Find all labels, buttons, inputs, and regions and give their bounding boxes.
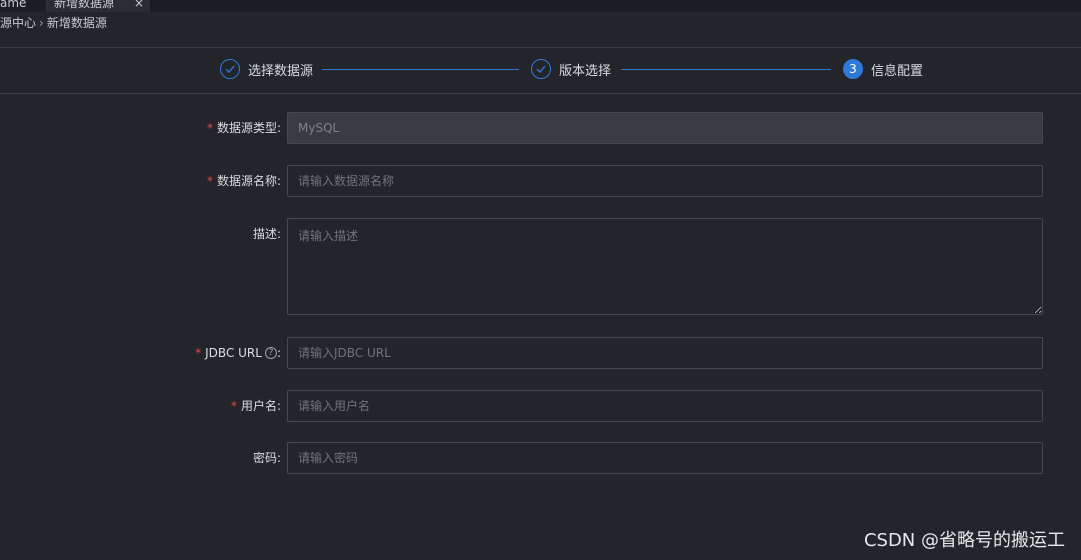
step-select-datasource: 选择数据源 [220, 58, 313, 80]
field-label: * JDBC URL?: [195, 337, 281, 369]
check-icon [531, 59, 551, 79]
breadcrumb-parent[interactable]: 源中心 [0, 16, 36, 30]
field-label: 描述: [252, 227, 281, 241]
tab-label: ame [0, 0, 27, 10]
step-version-select: 版本选择 [531, 58, 611, 80]
field-label: * 数据源名称: [207, 165, 281, 197]
breadcrumb: 源中心 › 新增数据源 [0, 14, 107, 32]
required-asterisk: * [206, 121, 213, 135]
chevron-right-icon: › [39, 16, 44, 30]
check-icon [220, 59, 240, 79]
steps-bar: 选择数据源 版本选择 3 信息配置 [0, 48, 1081, 92]
jdbc-url-input[interactable] [287, 337, 1043, 369]
step-connector [621, 69, 831, 70]
required-asterisk: * [206, 174, 213, 188]
tab-bar: ame 新增数据源 × [0, 0, 1081, 12]
datasource-name-input[interactable] [287, 165, 1043, 197]
step-label: 版本选择 [559, 63, 612, 79]
required-asterisk: * [230, 399, 237, 413]
breadcrumb-current: 新增数据源 [46, 16, 107, 30]
close-icon[interactable]: × [134, 0, 144, 12]
password-input[interactable] [287, 442, 1043, 474]
step-label: 选择数据源 [248, 63, 314, 79]
field-label: * 用户名: [231, 390, 281, 422]
tab-previous[interactable]: ame [0, 0, 26, 12]
question-circle-icon[interactable]: ? [264, 347, 277, 359]
datasource-type-field [287, 112, 1043, 144]
step-connector [322, 69, 519, 70]
step-info-config: 3 信息配置 [843, 58, 923, 80]
step-label: 信息配置 [871, 63, 924, 79]
tab-new-datasource[interactable]: 新增数据源 × [46, 0, 150, 12]
field-label: * 数据源类型: [207, 112, 281, 144]
required-asterisk: * [195, 346, 202, 360]
description-textarea[interactable] [287, 218, 1043, 315]
field-label: 密码: [252, 451, 281, 465]
steps-divider [0, 93, 1081, 94]
step-number: 3 [843, 59, 863, 79]
username-input[interactable] [287, 390, 1043, 422]
tab-label: 新增数据源 [54, 0, 115, 10]
watermark: CSDN @省略号的搬运工 [863, 530, 1065, 551]
